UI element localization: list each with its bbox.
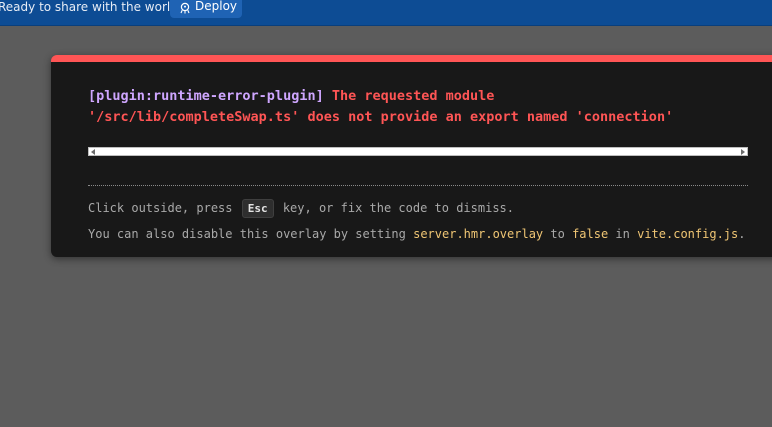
- tip-text: Click outside, press: [88, 201, 240, 215]
- dismiss-tip: Click outside, press Esc key, or fix the…: [88, 199, 514, 218]
- error-line-1: The requested module: [323, 88, 495, 104]
- tip-text: .: [738, 227, 746, 241]
- setting-value: false: [572, 227, 609, 241]
- rocket-icon: [180, 2, 190, 14]
- esc-key: Esc: [241, 199, 274, 218]
- error-overlay: [plugin:runtime-error-plugin] The reques…: [51, 55, 772, 257]
- share-message: Ready to share with the world?: [0, 0, 185, 14]
- error-line-2: '/src/lib/completeSwap.ts' does not prov…: [88, 109, 674, 125]
- disable-tip: You can also disable this overlay by set…: [88, 227, 745, 241]
- tip-text: You can also disable this overlay by set…: [88, 227, 414, 241]
- deploy-label: Deploy: [195, 0, 238, 13]
- error-message[interactable]: [plugin:runtime-error-plugin] The reques…: [88, 86, 768, 128]
- tip-text: to: [543, 227, 573, 241]
- deploy-button[interactable]: Deploy: [170, 0, 242, 18]
- horizontal-scrollbar[interactable]: [88, 147, 748, 156]
- tip-text: key, or fix the code to dismiss.: [275, 201, 515, 215]
- top-bar: Ready to share with the world? Deploy: [0, 0, 772, 26]
- divider: [88, 185, 748, 186]
- plugin-name: [plugin:runtime-error-plugin]: [88, 88, 324, 104]
- scroll-left-icon[interactable]: [91, 149, 95, 155]
- scroll-right-icon[interactable]: [741, 149, 745, 155]
- tip-text: in: [608, 227, 638, 241]
- setting-name: server.hmr.overlay: [413, 227, 544, 241]
- config-file: vite.config.js: [637, 227, 739, 241]
